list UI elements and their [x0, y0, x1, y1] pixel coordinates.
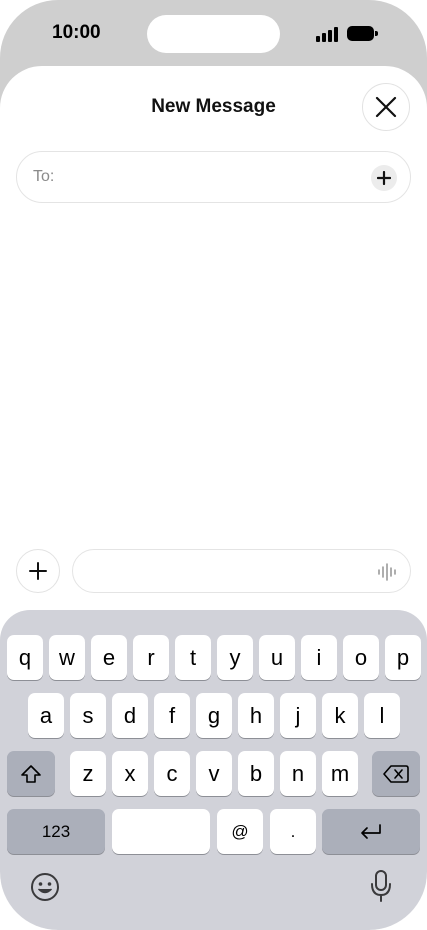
- key-j[interactable]: j: [280, 693, 316, 738]
- key-r[interactable]: r: [133, 635, 169, 680]
- key-n[interactable]: n: [280, 751, 316, 796]
- key-u[interactable]: u: [259, 635, 295, 680]
- keyboard: q w e r t y u i o p a s d f g h j k l z …: [0, 610, 427, 930]
- key-w[interactable]: w: [49, 635, 85, 680]
- waveform-icon[interactable]: [377, 561, 399, 583]
- signal-icon: [316, 27, 340, 42]
- key-g[interactable]: g: [196, 693, 232, 738]
- emoji-icon[interactable]: [30, 872, 60, 902]
- phone-frame: 10:00 New Message To: q w e r t y u i o …: [0, 0, 427, 930]
- key-y[interactable]: y: [217, 635, 253, 680]
- key-c[interactable]: c: [154, 751, 190, 796]
- key-t[interactable]: t: [175, 635, 211, 680]
- dynamic-island: [147, 15, 280, 53]
- space-key[interactable]: [112, 809, 210, 854]
- add-recipient-button[interactable]: [371, 165, 397, 191]
- key-s[interactable]: s: [70, 693, 106, 738]
- message-input[interactable]: [72, 549, 411, 593]
- key-a[interactable]: a: [28, 693, 64, 738]
- return-key[interactable]: [322, 809, 420, 854]
- at-key[interactable]: @: [217, 809, 263, 854]
- key-b[interactable]: b: [238, 751, 274, 796]
- backspace-key[interactable]: [372, 751, 420, 796]
- key-v[interactable]: v: [196, 751, 232, 796]
- key-m[interactable]: m: [322, 751, 358, 796]
- key-x[interactable]: x: [112, 751, 148, 796]
- to-label: To:: [33, 168, 55, 185]
- key-l[interactable]: l: [364, 693, 400, 738]
- plus-icon: [377, 171, 391, 185]
- backspace-icon: [383, 764, 409, 783]
- status-time: 10:00: [52, 22, 101, 43]
- key-f[interactable]: f: [154, 693, 190, 738]
- close-button[interactable]: [362, 83, 410, 131]
- add-attachment-button[interactable]: [16, 549, 60, 593]
- key-h[interactable]: h: [238, 693, 274, 738]
- period-key[interactable]: .: [270, 809, 316, 854]
- shift-icon: [21, 764, 41, 783]
- close-icon: [375, 96, 397, 118]
- key-d[interactable]: d: [112, 693, 148, 738]
- numbers-key[interactable]: 123: [7, 809, 105, 854]
- return-icon: [361, 823, 381, 839]
- key-z[interactable]: z: [70, 751, 106, 796]
- key-e[interactable]: e: [91, 635, 127, 680]
- key-p[interactable]: p: [385, 635, 421, 680]
- microphone-icon[interactable]: [369, 869, 393, 903]
- battery-icon: [347, 26, 378, 41]
- key-i[interactable]: i: [301, 635, 337, 680]
- recipient-field[interactable]: To:: [16, 151, 411, 203]
- key-k[interactable]: k: [322, 693, 358, 738]
- key-q[interactable]: q: [7, 635, 43, 680]
- key-o[interactable]: o: [343, 635, 379, 680]
- shift-key[interactable]: [7, 751, 55, 796]
- plus-icon: [29, 562, 47, 580]
